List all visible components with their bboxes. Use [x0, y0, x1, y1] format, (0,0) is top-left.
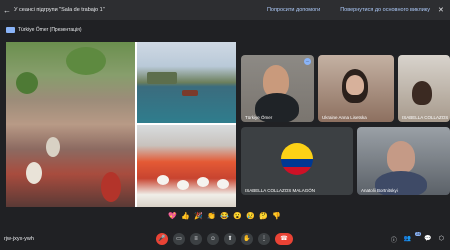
present-screen-icon [6, 27, 15, 33]
people-icon[interactable]: 👥24 [404, 231, 422, 244]
close-icon[interactable]: ✕ [438, 6, 450, 14]
presenter-label: Türkiye Ömer (Презентація) [18, 27, 82, 33]
info-icon[interactable]: ⓘ [391, 235, 397, 244]
speaking-indicator-icon: ⋯ [304, 58, 311, 65]
call-controls: 🎤 ▭ ≡ ☺ ⬆ ✋ ⋮ ☎ [156, 233, 293, 245]
participant-tile[interactable]: Anatolii Bortnitskyi [357, 127, 450, 195]
captions-icon[interactable]: ≡ [190, 233, 202, 245]
participant-face [346, 75, 364, 95]
emoji-icon[interactable]: ☺ [207, 233, 219, 245]
call-controls-bar: rjw-jxyx-ywh 🎤 ▭ ≡ ☺ ⬆ ✋ ⋮ ☎ ⓘ 👥24 💬 ⬡ [0, 228, 450, 250]
more-icon[interactable]: ⋮ [258, 233, 270, 245]
activities-icon[interactable]: ⬡ [439, 235, 444, 244]
reactions-bar: 💖 👍 🎉 👏 😂 😮 😢 🤔 👎 [168, 212, 281, 220]
breakout-title: У сеансі підгрупи "Sala de trabajo 1" [14, 7, 105, 13]
breakout-banner: ← У сеансі підгрупи "Sala de trabajo 1" … [0, 0, 450, 20]
chat-icon[interactable]: 💬 [424, 235, 431, 244]
participant-name: Türkiye Ömer [245, 115, 273, 120]
camera-icon[interactable]: ▭ [173, 233, 185, 245]
reaction-laugh[interactable]: 😂 [220, 212, 229, 220]
arrow-left-icon[interactable]: ← [0, 6, 14, 15]
mic-off-icon[interactable]: 🎤 [156, 233, 168, 245]
participant-name: ISABELLA COLLAZOS [402, 115, 449, 120]
reaction-heart[interactable]: 💖 [168, 212, 177, 220]
reaction-thinking[interactable]: 🤔 [259, 212, 268, 220]
reaction-thumbs-down[interactable]: 👎 [272, 212, 281, 220]
festival-crowd-photo [6, 42, 135, 207]
participant-tile[interactable]: ISABELLA COLLAZOS MALAGÓN [241, 127, 353, 195]
presentation-stage[interactable] [6, 42, 236, 207]
ask-help-button[interactable]: Попросити допомоги [267, 7, 320, 13]
meeting-code: rjw-jxyx-ywh [4, 236, 34, 242]
participant-tile[interactable]: Ukraine Anna Lisetska [318, 55, 394, 122]
marching-band-photo [137, 125, 236, 207]
participant-name: ISABELLA COLLAZOS MALAGÓN [245, 188, 316, 193]
reaction-sad[interactable]: 😢 [246, 212, 255, 220]
participant-count-badge: 24 [415, 231, 422, 236]
participant-name: Ukraine Anna Lisetska [322, 115, 367, 120]
participant-video [412, 81, 432, 105]
harbor-photo [137, 42, 236, 123]
participant-video [387, 141, 415, 173]
presentation-header: Türkiye Ömer (Презентація) [6, 24, 236, 36]
reaction-clap[interactable]: 👏 [207, 212, 216, 220]
colombia-flag-avatar [281, 143, 313, 175]
side-panel-controls: ⓘ 👥24 💬 ⬡ [391, 231, 444, 244]
reaction-surprised[interactable]: 😮 [233, 212, 242, 220]
participant-tile[interactable]: ⋯ Türkiye Ömer [241, 55, 314, 122]
end-call-icon[interactable]: ☎ [275, 233, 293, 245]
participant-tile[interactable]: ISABELLA COLLAZOS [398, 55, 450, 122]
reaction-thumbs-up[interactable]: 👍 [181, 212, 190, 220]
reaction-party[interactable]: 🎉 [194, 212, 203, 220]
present-icon[interactable]: ⬆ [224, 233, 236, 245]
raise-hand-icon[interactable]: ✋ [241, 233, 253, 245]
participant-name: Anatolii Bortnitskyi [361, 188, 398, 193]
return-main-button[interactable]: Повернутися до основного виклику [340, 7, 430, 13]
